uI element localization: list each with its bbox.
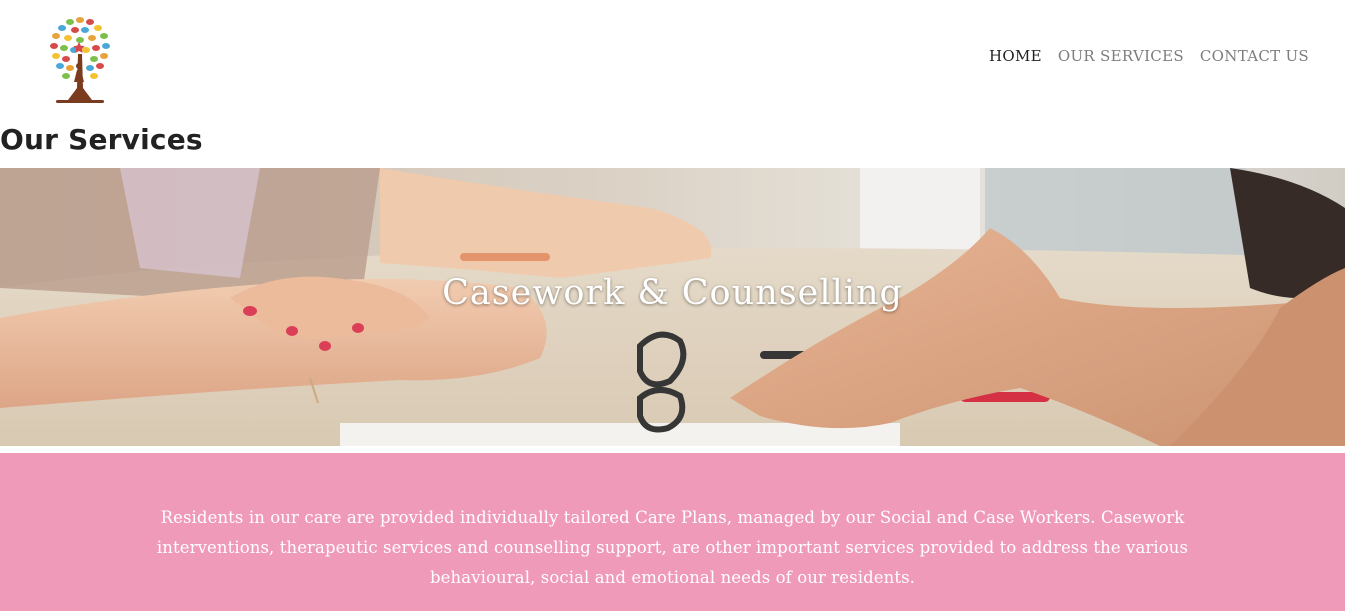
nav-contact-us[interactable]: CONTACT US bbox=[1200, 47, 1309, 65]
main-nav: HOME OUR SERVICES CONTACT US bbox=[989, 47, 1309, 65]
service-description-panel: Residents in our care are provided indiv… bbox=[0, 453, 1345, 611]
hero-title: Casework & Counselling bbox=[442, 273, 903, 313]
nav-home[interactable]: HOME bbox=[989, 47, 1042, 65]
page-title: Our Services bbox=[0, 123, 203, 156]
site-header: HOME OUR SERVICES CONTACT US bbox=[0, 0, 1345, 120]
service-description-text: Residents in our care are provided indiv… bbox=[156, 508, 1189, 587]
tree-girl-logo-icon[interactable] bbox=[30, 8, 130, 108]
nav-our-services[interactable]: OUR SERVICES bbox=[1058, 47, 1184, 65]
